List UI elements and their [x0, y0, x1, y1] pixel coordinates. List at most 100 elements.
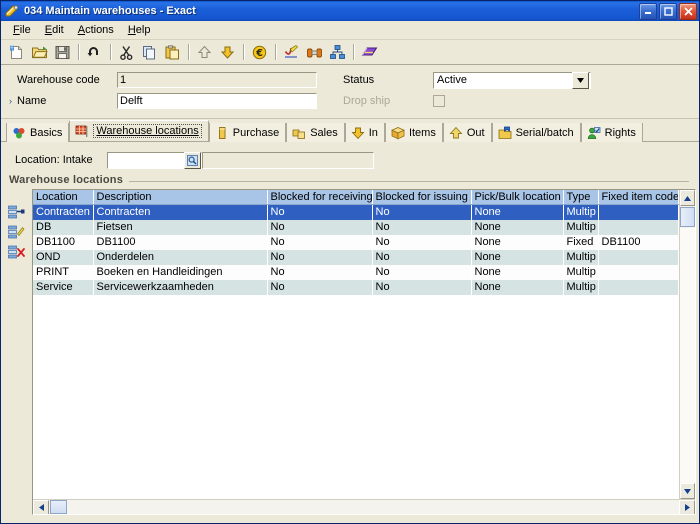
paste-icon[interactable]	[161, 42, 183, 63]
cell-type[interactable]: Fixed	[563, 235, 598, 250]
table-row[interactable]: PRINT Boeken en Handleidingen No No None Mult…	[33, 265, 679, 280]
scroll-thumb-vertical[interactable]	[680, 207, 695, 227]
cell-type[interactable]: Multip	[563, 265, 598, 280]
binoculars-icon[interactable]	[303, 42, 325, 63]
scroll-right-button[interactable]	[679, 499, 695, 514]
cell-location[interactable]: OND	[33, 250, 93, 265]
scroll-thumb-horizontal[interactable]	[50, 500, 67, 514]
tab-rights[interactable]: Rights	[580, 123, 643, 142]
arrow-up-icon[interactable]	[193, 42, 215, 63]
cell-blocked_receiving[interactable]: No	[267, 204, 372, 220]
cell-fixed_item_code[interactable]	[598, 220, 679, 235]
save-disk-icon[interactable]	[51, 42, 73, 63]
cell-fixed_item_code[interactable]	[598, 204, 679, 220]
cell-pick_bulk[interactable]: None	[471, 220, 563, 235]
cell-location[interactable]: PRINT	[33, 265, 93, 280]
column-header-blocked_issuing[interactable]: Blocked for issuing	[372, 190, 472, 205]
cell-description[interactable]: DB1100	[93, 235, 267, 250]
cell-blocked_issuing[interactable]: No	[372, 204, 471, 220]
table-row[interactable]: Service Servicewerkzaamheden No No None Multi…	[33, 280, 679, 295]
tab-sales[interactable]: Sales	[286, 123, 345, 142]
hierarchy-icon[interactable]	[326, 42, 348, 63]
magnifier-browse-icon[interactable]	[184, 151, 201, 169]
table-row[interactable]: DB1100 DB1100 No No None Fixed DB1100	[33, 235, 679, 250]
chevron-down-icon[interactable]	[572, 71, 589, 89]
cell-blocked_issuing[interactable]: No	[372, 235, 471, 250]
cut-scissors-icon[interactable]	[115, 42, 137, 63]
menu-help[interactable]: Help	[121, 23, 158, 37]
cell-blocked_issuing[interactable]: No	[372, 265, 471, 280]
cell-type[interactable]: Multip	[563, 204, 598, 220]
copy-icon[interactable]	[138, 42, 160, 63]
row-edit-icon[interactable]	[8, 225, 25, 239]
cell-description[interactable]: Boeken en Handleidingen	[93, 265, 267, 280]
cell-fixed_item_code[interactable]	[598, 265, 679, 280]
menu-actions[interactable]: Actions	[71, 23, 121, 37]
scroll-down-button[interactable]	[680, 483, 695, 499]
table-row[interactable]: Contracten Contracten No No None Multip	[33, 204, 679, 220]
euro-currency-icon[interactable]: €	[248, 42, 270, 63]
tab-basics[interactable]: Basics	[6, 123, 70, 142]
cell-pick_bulk[interactable]: None	[471, 250, 563, 265]
cell-type[interactable]: Multip	[563, 280, 598, 295]
book-icon[interactable]	[358, 42, 380, 63]
menu-file[interactable]: FFileile	[6, 23, 38, 37]
cell-fixed_item_code[interactable]: DB1100	[598, 235, 679, 250]
cell-pick_bulk[interactable]: None	[471, 265, 563, 280]
maximize-button[interactable]	[659, 2, 677, 20]
cell-location[interactable]: DB	[33, 220, 93, 235]
cell-location[interactable]: Service	[33, 280, 93, 295]
scroll-track-vertical[interactable]	[680, 228, 695, 483]
row-insert-icon[interactable]	[8, 205, 25, 219]
tab-serial-batch[interactable]: Serial/batch	[491, 123, 581, 142]
close-button[interactable]	[679, 2, 697, 20]
cell-description[interactable]: Fietsen	[93, 220, 267, 235]
arrow-down-icon[interactable]	[216, 42, 238, 63]
cell-blocked_receiving[interactable]: No	[267, 235, 372, 250]
cell-type[interactable]: Multip	[563, 250, 598, 265]
cell-type[interactable]: Multip	[563, 220, 598, 235]
row-delete-icon[interactable]	[8, 245, 25, 259]
column-header-description[interactable]: Description	[93, 190, 268, 205]
cell-fixed_item_code[interactable]	[598, 250, 679, 265]
cell-description[interactable]: Onderdelen	[93, 250, 267, 265]
undo-icon[interactable]	[83, 42, 105, 63]
open-folder-icon[interactable]	[28, 42, 50, 63]
cell-blocked_issuing[interactable]: No	[372, 280, 471, 295]
tab-warehouse-locations[interactable]: Warehouse locations	[69, 120, 209, 141]
cell-pick_bulk[interactable]: None	[471, 204, 563, 220]
grid-vertical-scrollbar[interactable]	[679, 190, 695, 499]
scroll-up-button[interactable]	[680, 190, 695, 206]
cell-pick_bulk[interactable]: None	[471, 280, 563, 295]
cell-pick_bulk[interactable]: None	[471, 235, 563, 250]
cell-blocked_issuing[interactable]: No	[372, 250, 471, 265]
warehouse-code-input[interactable]: 1	[117, 72, 317, 88]
table-row[interactable]: DB Fietsen No No None Multip	[33, 220, 679, 235]
status-select[interactable]: Active	[433, 71, 591, 89]
tab-in[interactable]: In	[344, 123, 385, 142]
menu-edit[interactable]: Edit	[38, 23, 71, 37]
cell-blocked_receiving[interactable]: No	[267, 250, 372, 265]
cell-blocked_receiving[interactable]: No	[267, 280, 372, 295]
column-header-fixed_item_code[interactable]: Fixed item code	[598, 190, 679, 205]
tab-items[interactable]: Items	[384, 123, 443, 142]
column-header-blocked_receiving[interactable]: Blocked for receiving	[267, 190, 373, 205]
table-row[interactable]: OND Onderdelen No No None Multip	[33, 250, 679, 265]
column-header-type[interactable]: Type	[563, 190, 599, 205]
minimize-button[interactable]	[639, 2, 657, 20]
cell-blocked_issuing[interactable]: No	[372, 220, 471, 235]
cell-description[interactable]: Servicewerkzaamheden	[93, 280, 267, 295]
tab-purchase[interactable]: Purchase	[208, 123, 287, 142]
grid-horizontal-scrollbar[interactable]	[33, 499, 695, 514]
scroll-left-button[interactable]	[33, 499, 49, 514]
new-icon[interactable]	[5, 42, 27, 63]
check-pen-icon[interactable]	[280, 42, 302, 63]
cell-location[interactable]: Contracten	[33, 204, 93, 220]
column-header-pick_bulk[interactable]: Pick/Bulk location	[471, 190, 564, 205]
cell-blocked_receiving[interactable]: No	[267, 265, 372, 280]
cell-location[interactable]: DB1100	[33, 235, 93, 250]
cell-blocked_receiving[interactable]: No	[267, 220, 372, 235]
cell-description[interactable]: Contracten	[93, 204, 267, 220]
cell-fixed_item_code[interactable]	[598, 280, 679, 295]
name-input[interactable]: Delft	[117, 93, 317, 109]
